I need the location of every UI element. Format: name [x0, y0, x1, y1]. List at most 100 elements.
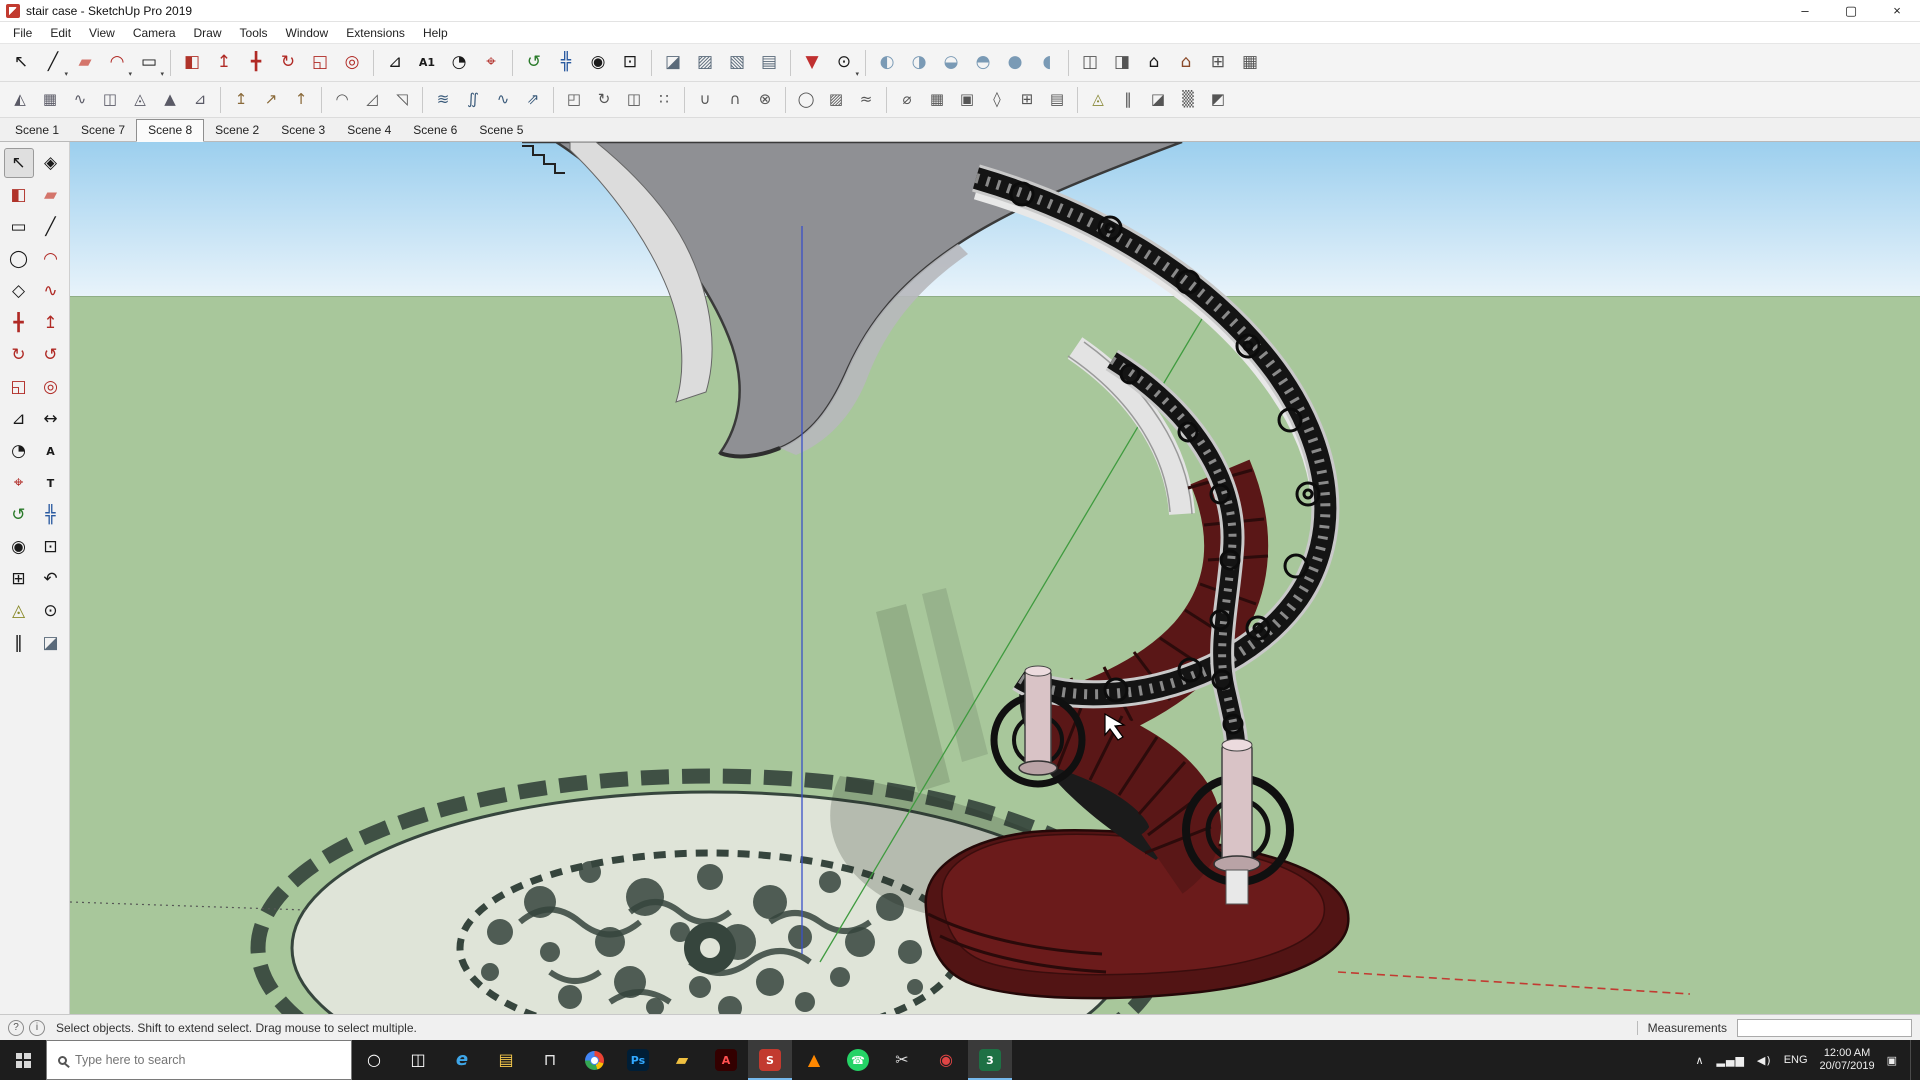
- section-plane-tool[interactable]: ◪: [36, 628, 66, 658]
- zoom-extents-tool[interactable]: ⊞: [4, 564, 34, 594]
- array-copy-tool[interactable]: ∷: [650, 86, 678, 114]
- section-fill-toggle[interactable]: ▨: [690, 48, 720, 78]
- show-desktop-button[interactable]: [1910, 1040, 1916, 1080]
- files-app[interactable]: ▰: [660, 1040, 704, 1080]
- stamp-tool[interactable]: ◫: [96, 86, 124, 114]
- select-tool[interactable]: ↖: [3, 148, 34, 178]
- axes-tool[interactable]: ⌖: [476, 48, 506, 78]
- section-cut-toggle[interactable]: ▤: [754, 48, 784, 78]
- joint-push-pull-tool[interactable]: ↥: [227, 86, 255, 114]
- help-icon[interactable]: ?: [8, 1019, 24, 1036]
- arc-tool[interactable]: ◠ ▾: [102, 48, 132, 78]
- network-icon[interactable]: ▂▄▆: [1717, 1054, 1745, 1067]
- model-info-icon[interactable]: ▦: [1235, 48, 1265, 78]
- player-app[interactable]: ◉: [924, 1040, 968, 1080]
- scene-tab-scene-6[interactable]: Scene 6: [402, 120, 468, 141]
- text-tool[interactable]: A: [36, 436, 66, 466]
- grid-tool[interactable]: ⊞: [1013, 86, 1041, 114]
- split-faces-tool[interactable]: ⊗: [751, 86, 779, 114]
- select-tool[interactable]: ↖: [6, 48, 36, 78]
- line-tool[interactable]: ╱ ▾: [38, 48, 68, 78]
- orbit-tool[interactable]: ↺: [519, 48, 549, 78]
- solid-intersect-tool[interactable]: ◓: [968, 48, 998, 78]
- volume-icon[interactable]: ◀): [1757, 1054, 1772, 1067]
- add-detail-tool[interactable]: ▲: [156, 86, 184, 114]
- dimension-tool[interactable]: ↔: [36, 404, 66, 434]
- lattice-maker-tool[interactable]: ▦: [923, 86, 951, 114]
- sharp-corner-tool[interactable]: ◹: [388, 86, 416, 114]
- start-button[interactable]: [0, 1040, 46, 1080]
- menu-edit[interactable]: Edit: [41, 23, 80, 43]
- maximize-button[interactable]: ▢: [1828, 0, 1874, 21]
- menu-window[interactable]: Window: [277, 23, 338, 43]
- protractor-tool[interactable]: ◔: [444, 48, 474, 78]
- menu-view[interactable]: View: [80, 23, 124, 43]
- info-icon[interactable]: i: [29, 1019, 45, 1036]
- walk-tool[interactable]: ‖: [4, 628, 34, 658]
- solid-union-tool[interactable]: ◐: [872, 48, 902, 78]
- section-animate-tool[interactable]: ◪: [1144, 86, 1172, 114]
- pan-tool[interactable]: ╬: [36, 500, 66, 530]
- truss-maker-tool[interactable]: ◊: [983, 86, 1011, 114]
- follow-me-tool[interactable]: ↺: [36, 340, 66, 370]
- component-browser-icon[interactable]: ⊞: [1203, 48, 1233, 78]
- wave-surface-tool[interactable]: ≈: [852, 86, 880, 114]
- look-around-tool[interactable]: ⊙: [36, 596, 66, 626]
- file-explorer-app[interactable]: ▤: [484, 1040, 528, 1080]
- search-input[interactable]: [75, 1053, 340, 1067]
- close-button[interactable]: ×: [1874, 0, 1920, 21]
- zoom-window-tool[interactable]: ⊡: [615, 48, 645, 78]
- taskbar-search[interactable]: [46, 1040, 352, 1080]
- scene-tab-scene-8[interactable]: Scene 8: [136, 119, 205, 142]
- offset-tool[interactable]: ◎: [337, 48, 367, 78]
- rotate-tool[interactable]: ↻: [273, 48, 303, 78]
- mirror-tool[interactable]: ◫: [620, 86, 648, 114]
- push-pull-tool[interactable]: ↥: [209, 48, 239, 78]
- camera-position-tool[interactable]: ◬: [1084, 86, 1112, 114]
- protractor-tool[interactable]: ◔: [4, 436, 34, 466]
- menu-extensions[interactable]: Extensions: [337, 23, 414, 43]
- shadow-toggle[interactable]: ◩: [1204, 86, 1232, 114]
- offset-tool[interactable]: ◎: [36, 372, 66, 402]
- outer-shell-tool[interactable]: ●: [1000, 48, 1030, 78]
- pan-tool[interactable]: ╬: [551, 48, 581, 78]
- solid-split-tool[interactable]: ◖: [1032, 48, 1062, 78]
- menu-draw[interactable]: Draw: [185, 23, 231, 43]
- move-tool[interactable]: ╋: [4, 308, 34, 338]
- photoshop-app[interactable]: Ps: [616, 1040, 660, 1080]
- rectangle-tool[interactable]: ▭: [4, 212, 34, 242]
- app-3[interactable]: 3: [968, 1040, 1012, 1080]
- zoom-window-tool[interactable]: ⊡: [36, 532, 66, 562]
- line-tool[interactable]: ╱: [36, 212, 66, 242]
- previous-view-tool[interactable]: ↶: [36, 564, 66, 594]
- zoom-tool[interactable]: ◉: [4, 532, 34, 562]
- scale-tool[interactable]: ◱: [4, 372, 34, 402]
- bevel-corner-tool[interactable]: ◿: [358, 86, 386, 114]
- scale-tool[interactable]: ◱: [305, 48, 335, 78]
- eraser-tool[interactable]: ▰: [70, 48, 100, 78]
- language-indicator[interactable]: ENG: [1784, 1054, 1808, 1066]
- menu-help[interactable]: Help: [414, 23, 457, 43]
- snipping-app[interactable]: ✂: [880, 1040, 924, 1080]
- intersect-faces-tool[interactable]: ∩: [721, 86, 749, 114]
- media-app[interactable]: ▲: [792, 1040, 836, 1080]
- store-app[interactable]: ⊓: [528, 1040, 572, 1080]
- move-tool[interactable]: ╋: [241, 48, 271, 78]
- loft-tool[interactable]: ≋: [429, 86, 457, 114]
- measurements-input[interactable]: [1737, 1018, 1912, 1037]
- axes-tool[interactable]: ⌖: [4, 468, 34, 498]
- paint-bucket-tool[interactable]: ◧: [177, 48, 207, 78]
- 3d-text-tool[interactable]: T: [36, 468, 66, 498]
- menu-file[interactable]: File: [4, 23, 41, 43]
- whatsapp-app[interactable]: ☎: [836, 1040, 880, 1080]
- smoove-tool[interactable]: ∿: [66, 86, 94, 114]
- action-center-icon[interactable]: ▣: [1887, 1054, 1898, 1067]
- scene-tab-scene-5[interactable]: Scene 5: [468, 120, 534, 141]
- materials-browser-icon[interactable]: ◫: [1075, 48, 1105, 78]
- solid-trim-tool[interactable]: ◒: [936, 48, 966, 78]
- shape-tool[interactable]: ▭ ▾: [134, 48, 164, 78]
- position-camera-tool[interactable]: ◬: [4, 596, 34, 626]
- arc-tool[interactable]: ◠: [36, 244, 66, 274]
- edge-app[interactable]: e: [440, 1040, 484, 1080]
- adobe-app[interactable]: A: [704, 1040, 748, 1080]
